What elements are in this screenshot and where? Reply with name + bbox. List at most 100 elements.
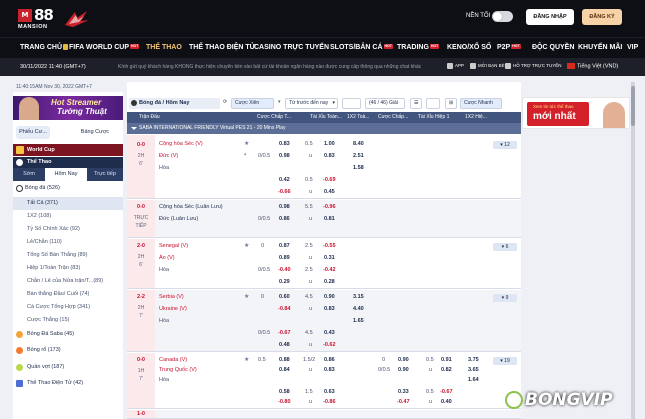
tab-today[interactable]: Hôm Nay <box>45 168 87 181</box>
odds-1x2[interactable]: 1.64 <box>468 377 479 383</box>
odds-value[interactable]: 0.88 <box>279 357 290 363</box>
streamer-banner[interactable]: Hot Streamer Tường Thuật <box>13 96 123 120</box>
odds-value[interactable]: -0.96 <box>323 204 336 210</box>
nav-world-cup[interactable]: FIFA WORLD CUP HOT <box>63 44 140 51</box>
odds-value[interactable]: 0.89 <box>279 255 290 261</box>
odds-value[interactable]: 0.28 <box>324 279 335 285</box>
odds-value[interactable]: 0.83 <box>324 153 335 159</box>
page-scrollbar[interactable] <box>631 82 635 419</box>
scrollbar-thumb[interactable] <box>631 86 635 126</box>
sport-tennis[interactable]: Quần vợt (187) <box>13 361 123 374</box>
odds-value[interactable]: 0.81 <box>324 216 335 222</box>
odds-value[interactable]: 0.43 <box>324 330 335 336</box>
odds-value[interactable]: 0.83 <box>324 306 335 312</box>
odds-value[interactable]: 0.33 <box>398 389 409 395</box>
invite-friends-link[interactable]: MỞI BẠN BÈ <box>470 63 505 69</box>
odds-value[interactable]: 0.63 <box>324 389 335 395</box>
odds-value[interactable]: 0.91 <box>441 357 452 363</box>
odds-1x2[interactable]: 2.51 <box>353 153 364 159</box>
nav-home[interactable]: TRANG CHỦ <box>20 44 62 51</box>
app-link[interactable]: APP <box>447 63 464 69</box>
odds-1x2[interactable]: 3.65 <box>468 367 479 373</box>
sport-saba-football[interactable]: Bóng Đá Saba (45) <box>13 328 123 341</box>
nav-keno[interactable]: KENO/XỔ SỐ <box>447 44 491 51</box>
odds-value[interactable]: 0.42 <box>279 177 290 183</box>
odds-value[interactable]: -0.62 <box>323 342 336 348</box>
odds-1x2[interactable]: 8.40 <box>353 141 364 147</box>
odds-value[interactable]: 0.45 <box>324 189 335 195</box>
odds-1x2[interactable]: 1.65 <box>353 318 364 324</box>
nav-slots[interactable]: SLOTS/BẮN CÁ HOT <box>330 44 393 51</box>
sub-item-half-odd-even[interactable]: Chẵn / Lẻ của Nửa trận/T...(89) <box>13 275 123 288</box>
odds-value[interactable]: 0.86 <box>324 357 335 363</box>
nav-trading[interactable]: TRADING HOT <box>397 44 440 51</box>
tab-early[interactable]: Sớm <box>13 168 45 181</box>
odds-value[interactable]: -0.47 <box>397 399 410 405</box>
odds-type-select[interactable] <box>426 98 440 109</box>
nav-promotions[interactable]: KHUYẾN MÃI <box>578 44 622 51</box>
nav-sports[interactable]: THỂ THAO <box>146 44 182 51</box>
odds-value[interactable]: 0.60 <box>279 294 290 300</box>
tab-live[interactable]: Trực tiếp <box>87 168 123 181</box>
sub-item-outright[interactable]: Cược Thắng (15) <box>13 314 123 327</box>
more-bets-button[interactable]: ▾ 6 <box>493 243 517 251</box>
grid-view-icon[interactable]: ⊞ <box>445 98 457 109</box>
odds-1x2[interactable]: 3.15 <box>353 294 364 300</box>
odds-value[interactable]: -0.42 <box>323 267 336 273</box>
odds-value[interactable]: -0.66 <box>278 189 291 195</box>
sub-item-correct-score[interactable]: Tỷ Số Chính Xác (92) <box>13 223 123 236</box>
odds-value[interactable]: 0.83 <box>279 141 290 147</box>
odds-value[interactable]: 0.84 <box>279 367 290 373</box>
odds-value[interactable]: -0.67 <box>278 330 291 336</box>
odds-value[interactable]: 0.48 <box>279 342 290 348</box>
odds-value[interactable]: -0.84 <box>278 306 291 312</box>
nav-esports[interactable]: THỂ THAO ĐIỆN TỬ <box>189 44 255 51</box>
odds-value[interactable]: 0.90 <box>398 367 409 373</box>
refresh-icon[interactable]: ⟳ <box>223 98 227 109</box>
league-row[interactable]: SABA INTERNATIONAL FRIENDLY Virtual PES … <box>127 123 521 134</box>
odds-value[interactable]: 0.29 <box>279 279 290 285</box>
odds-1x2[interactable]: 4.40 <box>353 306 364 312</box>
odds-value[interactable]: 0.87 <box>279 243 290 249</box>
odds-value[interactable]: 0.58 <box>279 389 290 395</box>
more-bets-button[interactable]: ▾ 12 <box>493 141 517 149</box>
parlay-toggle[interactable]: Cược Xiên <box>231 98 274 109</box>
sidebar-world-cup[interactable]: World Cup <box>13 144 123 156</box>
stats-icon[interactable]: ▪ <box>244 152 246 158</box>
favorite-star-icon[interactable]: ★ <box>244 242 249 249</box>
login-button[interactable]: ĐĂNG NHẬP <box>526 9 574 25</box>
odds-value[interactable]: -0.67 <box>440 389 453 395</box>
list-view-icon[interactable]: ☰ <box>410 98 422 109</box>
sidebar-sports-header[interactable]: Thể Thao <box>13 157 123 168</box>
language-selector[interactable]: Tiếng Việt (VND) <box>567 63 618 69</box>
quick-bet-toggle[interactable]: Cược Nhanh <box>460 98 502 109</box>
odds-value[interactable]: 0.31 <box>324 255 335 261</box>
odds-value[interactable]: 0.83 <box>324 367 335 373</box>
odds-value[interactable]: -0.86 <box>323 399 336 405</box>
odds-value[interactable]: -0.69 <box>323 177 336 183</box>
favorite-star-icon[interactable]: ★ <box>244 140 249 147</box>
odds-value[interactable]: 0.98 <box>279 204 290 210</box>
sub-item-first-last-goal[interactable]: Bàn thắng Đầu/ Cuối (74) <box>13 288 123 301</box>
chevron-down-icon[interactable]: ▾ <box>278 98 282 109</box>
live-support-link[interactable]: HỖ TRỢ TRỰC TUYẾN <box>505 63 561 69</box>
news-banner[interactable]: Xem tin tức thể thao mới nhất <box>522 97 630 129</box>
sub-item-mix-parlay[interactable]: Cá Cược Tổng Hợp (341) <box>13 301 123 314</box>
sub-item-all[interactable]: Tất Cả (371) <box>13 197 123 210</box>
nav-exclusive[interactable]: ĐỘC QUYỀN <box>532 44 574 51</box>
sub-item-odd-even[interactable]: Lẻ/Chẵn (110) <box>13 236 123 249</box>
sport-esports[interactable]: Thể Thao Điện Tử (42) <box>13 377 123 390</box>
odds-1x2[interactable]: 1.58 <box>353 165 364 171</box>
sub-item-total-goals[interactable]: Tổng Số Bàn Thắng (89) <box>13 249 123 262</box>
league-filter[interactable]: (46 / 46) Giải <box>365 98 405 109</box>
odds-value[interactable]: -0.40 <box>278 267 291 273</box>
odds-value[interactable]: 0.86 <box>279 216 290 222</box>
sort-select[interactable] <box>342 98 361 109</box>
tab-betslip[interactable]: Phiếu Cư... <box>16 126 50 139</box>
register-button[interactable]: ĐĂNG KÝ <box>582 9 622 25</box>
category-football[interactable]: Bóng đá (526) <box>13 183 123 194</box>
odds-value[interactable]: 0.40 <box>441 399 452 405</box>
favorite-star-icon[interactable]: ★ <box>244 356 249 363</box>
tab-bet-list[interactable]: Bảng Cược <box>75 126 115 139</box>
dark-mode-toggle[interactable] <box>492 11 513 22</box>
